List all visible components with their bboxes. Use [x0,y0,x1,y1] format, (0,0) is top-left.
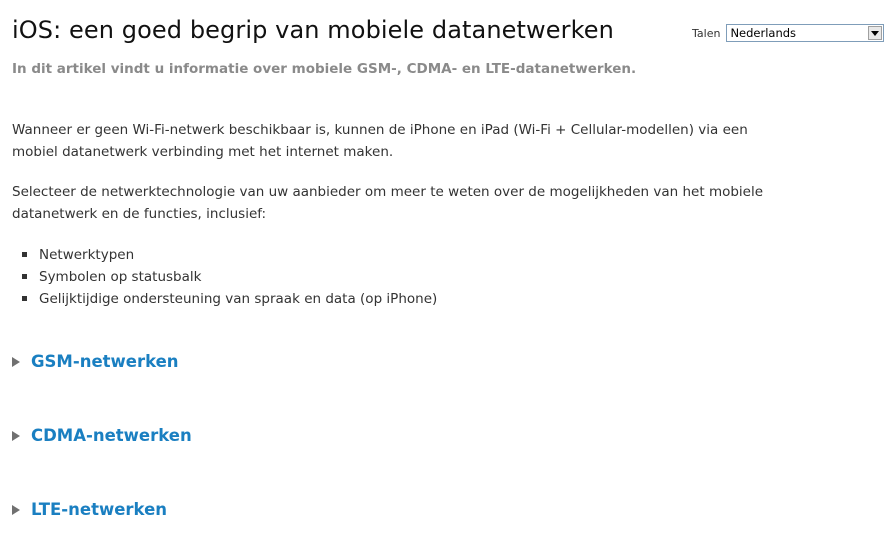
page-title: iOS: een goed begrip van mobiele datanet… [12,16,614,44]
section-cdma-link[interactable]: CDMA-netwerken [31,426,192,445]
list-item: Symbolen op statusbalk [12,266,437,288]
section-gsm-link[interactable]: GSM-netwerken [31,352,179,371]
language-dropdown[interactable]: Nederlands [726,24,885,42]
language-selector: Talen Nederlands [692,23,885,43]
article-page: iOS: een goed begrip van mobiele datanet… [0,0,895,546]
list-item-text: Symbolen op statusbalk [39,269,202,285]
triangle-right-icon[interactable] [12,356,20,367]
section-cdma-toggle[interactable]: CDMA-netwerken [12,426,192,445]
list-item-text: Netwerktypen [39,247,135,263]
feature-list: Netwerktypen Symbolen op statusbalk Geli… [12,244,437,310]
language-label: Talen [692,26,721,40]
square-bullet-icon [22,252,27,257]
list-item: Netwerktypen [12,244,437,266]
intro-paragraph: Wanneer er geen Wi-Fi-netwerk beschikbaa… [12,122,748,160]
triangle-right-icon[interactable] [12,430,20,441]
article-subtitle: In dit artikel vindt u informatie over m… [12,61,637,77]
list-item: Gelijktijdige ondersteuning van spraak e… [12,288,437,310]
language-selected-value: Nederlands [730,26,797,40]
section-gsm-toggle[interactable]: GSM-netwerken [12,352,179,371]
section-lte-toggle[interactable]: LTE-netwerken [12,500,167,519]
triangle-right-icon[interactable] [12,504,20,515]
chevron-down-icon[interactable] [868,26,883,40]
square-bullet-icon [22,296,27,301]
section-lte-link[interactable]: LTE-netwerken [31,500,167,519]
list-item-text: Gelijktijdige ondersteuning van spraak e… [39,291,438,307]
selection-paragraph: Selecteer de netwerktechnologie van uw a… [12,184,764,222]
square-bullet-icon [22,274,27,279]
